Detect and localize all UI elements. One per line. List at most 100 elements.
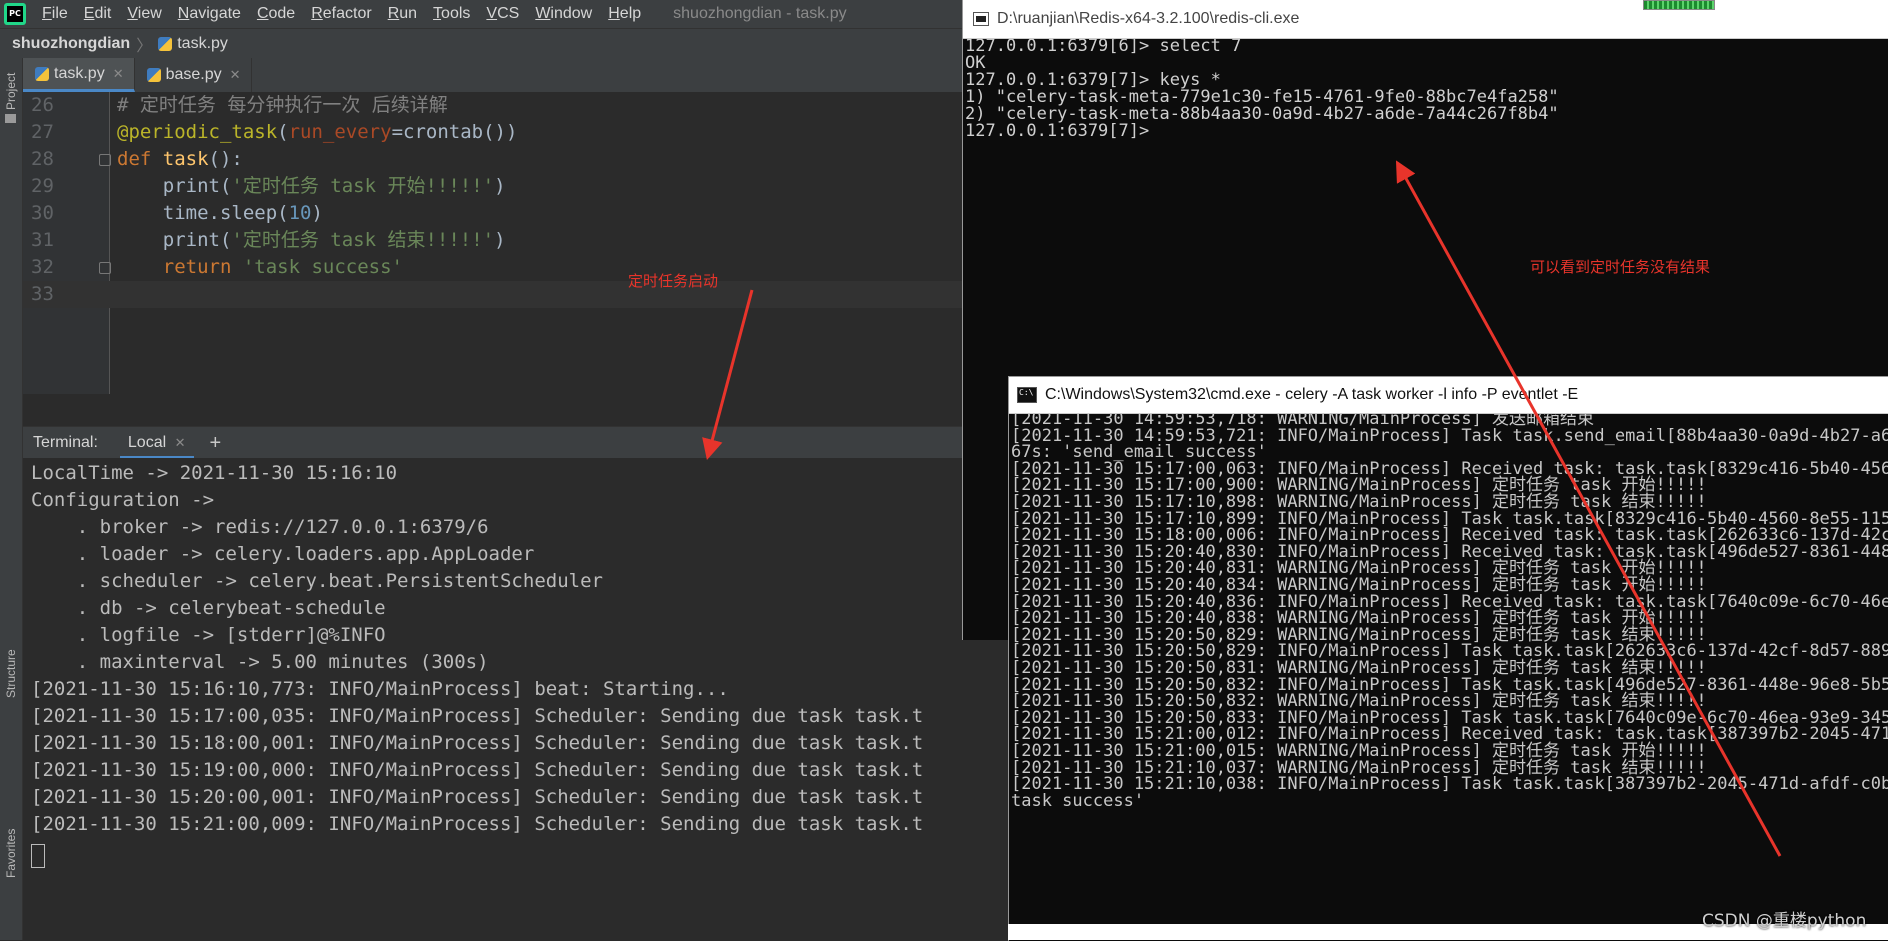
window-title: shuozhongdian - task.py bbox=[673, 5, 847, 22]
terminal-line: . loader -> celery.loaders.app.AppLoader bbox=[31, 543, 535, 565]
code-token: # 定时任务 每分钟执行一次 后续详解 bbox=[117, 94, 448, 116]
code-text: time.sleep(10) bbox=[117, 200, 323, 227]
redis-output-line: 127.0.0.1:6379[7]> bbox=[965, 121, 1150, 141]
terminal-label: Terminal: bbox=[33, 434, 98, 451]
code-line[interactable]: 31 print('定时任务 task 结束!!!!!') bbox=[23, 227, 962, 254]
add-terminal-icon[interactable]: + bbox=[210, 432, 222, 455]
code-line[interactable]: 27 @periodic_task(run_every=crontab()) bbox=[23, 119, 962, 146]
redis-output-line: 127.0.0.1:6379[6]> select 7 bbox=[965, 36, 1242, 56]
menu-navigate[interactable]: Navigate bbox=[178, 5, 241, 23]
python-file-icon bbox=[158, 37, 173, 51]
code-token: ( bbox=[277, 121, 289, 143]
terminal-line: [2021-11-30 15:16:10,773: INFO/MainProce… bbox=[31, 678, 729, 700]
menu-window[interactable]: Window bbox=[535, 5, 592, 23]
terminal-line: . db -> celerybeat-schedule bbox=[31, 597, 386, 619]
cmd-titlebar[interactable]: C:\Windows\System32\cmd.exe - celery -A … bbox=[1009, 377, 1888, 414]
close-icon[interactable]: ✕ bbox=[113, 66, 124, 82]
menu-file[interactable]: File bbox=[42, 5, 68, 23]
menu-view[interactable]: View bbox=[127, 5, 161, 23]
console-window-icon bbox=[973, 12, 989, 26]
structure-tool-tab[interactable]: Structure bbox=[4, 649, 18, 698]
pycharm-logo-icon bbox=[4, 3, 26, 25]
breadcrumb: shuozhongdian 〉 task.py bbox=[0, 28, 962, 60]
editor-tabs: task.py ✕ base.py ✕ bbox=[23, 58, 962, 93]
terminal-line: [2021-11-30 15:18:00,001: INFO/MainProce… bbox=[31, 732, 924, 754]
fold-marker-icon[interactable] bbox=[99, 154, 111, 166]
line-number: 31 bbox=[31, 229, 54, 251]
terminal-line: . broker -> redis://127.0.0.1:6379/6 bbox=[31, 516, 489, 538]
menu-bar: File Edit View Navigate Code Refactor Run Tools… bbox=[0, 0, 962, 28]
project-tool-tab[interactable]: Project bbox=[4, 73, 18, 110]
terminal-line: [2021-11-30 15:20:00,001: INFO/MainProce… bbox=[31, 786, 924, 808]
annotation-no-result: 可以看到定时任务没有结果 bbox=[1530, 258, 1711, 276]
tab-label: base.py bbox=[165, 66, 222, 83]
terminal-cursor bbox=[31, 844, 45, 868]
menu-edit[interactable]: Edit bbox=[84, 5, 112, 23]
code-line[interactable]: 33 bbox=[23, 281, 962, 308]
breadcrumb-file[interactable]: task.py bbox=[177, 35, 228, 53]
close-icon[interactable]: ✕ bbox=[175, 435, 186, 450]
terminal-line: . maxinterval -> 5.00 minutes (300s) bbox=[31, 651, 489, 673]
line-number: 30 bbox=[31, 202, 54, 224]
tab-task-py[interactable]: task.py ✕ bbox=[23, 58, 135, 92]
menu-tools[interactable]: Tools bbox=[433, 5, 470, 23]
cmd-icon bbox=[1017, 387, 1037, 403]
line-number: 33 bbox=[31, 283, 54, 305]
tab-label: task.py bbox=[54, 64, 105, 82]
code-token: ) bbox=[311, 202, 323, 224]
line-number: 32 bbox=[31, 256, 54, 278]
python-file-icon bbox=[35, 66, 49, 81]
menu-help[interactable]: Help bbox=[608, 5, 641, 23]
menu-refactor[interactable]: Refactor bbox=[311, 5, 371, 23]
code-token: run_every bbox=[288, 121, 392, 143]
code-text: print('定时任务 task 开始!!!!!') bbox=[117, 173, 506, 200]
code-line[interactable]: 32 return 'task success' bbox=[23, 254, 962, 281]
line-number: 27 bbox=[31, 121, 54, 143]
favorites-tool-tab[interactable]: Favorites bbox=[4, 829, 18, 878]
cmd-celery-worker-window: C:\Windows\System32\cmd.exe - celery -A … bbox=[1008, 376, 1888, 941]
terminal-output[interactable]: LocalTime -> 2021-11-30 15:16:10 Configur… bbox=[23, 458, 962, 940]
terminal-line: . scheduler -> celery.beat.PersistentSch… bbox=[31, 570, 603, 592]
terminal-line: [2021-11-30 15:17:00,035: INFO/MainProce… bbox=[31, 705, 924, 727]
code-token: ) bbox=[494, 175, 506, 197]
menu-vcs[interactable]: VCS bbox=[486, 5, 519, 23]
terminal-line: [2021-11-30 15:21:00,009: INFO/MainProce… bbox=[31, 813, 924, 835]
code-text: def task(): bbox=[117, 146, 243, 173]
code-token: print( bbox=[117, 229, 232, 251]
code-line[interactable]: 28 def task(): bbox=[23, 146, 962, 173]
code-token: (): bbox=[208, 148, 243, 170]
worker-log-line: task success' bbox=[1011, 790, 1145, 811]
chevron-right-icon: 〉 bbox=[136, 38, 153, 55]
code-editor[interactable]: 26 # 定时任务 每分钟执行一次 后续详解 27 @periodic_task(ru… bbox=[23, 92, 962, 394]
line-number: 29 bbox=[31, 175, 54, 197]
code-token: task bbox=[162, 148, 209, 170]
terminal-tab-local[interactable]: Local ✕ bbox=[119, 427, 194, 459]
terminal-line: [2021-11-30 15:19:00,000: INFO/MainProce… bbox=[31, 759, 924, 781]
redis-titlebar[interactable]: D:\ruanjian\Redis-x64-3.2.100\redis-cli.… bbox=[963, 0, 1888, 39]
close-icon[interactable]: ✕ bbox=[230, 67, 241, 83]
folder-icon bbox=[5, 114, 16, 123]
code-line[interactable]: 29 print('定时任务 task 开始!!!!!') bbox=[23, 173, 962, 200]
cmd-window-title: C:\Windows\System32\cmd.exe - celery -A … bbox=[1045, 386, 1579, 403]
code-line[interactable]: 26 # 定时任务 每分钟执行一次 后续详解 bbox=[23, 92, 962, 119]
code-line[interactable]: 30 time.sleep(10) bbox=[23, 200, 962, 227]
line-number: 26 bbox=[31, 94, 54, 116]
code-text: print('定时任务 task 结束!!!!!') bbox=[117, 227, 506, 254]
menu-code[interactable]: Code bbox=[257, 5, 295, 23]
left-tool-strip: Project Structure Favorites bbox=[0, 58, 23, 940]
code-token: 10 bbox=[288, 202, 312, 224]
menu-items: File Edit View Navigate Code Refactor Run Tools… bbox=[34, 5, 649, 23]
python-file-icon bbox=[146, 68, 161, 82]
celery-worker-log[interactable]: [2021-11-30 14:59:53,718: WARNING/MainPr… bbox=[1009, 413, 1888, 941]
breadcrumb-project[interactable]: shuozhongdian bbox=[12, 35, 130, 53]
terminal-line: LocalTime -> 2021-11-30 15:16:10 bbox=[31, 462, 398, 484]
code-token: ) bbox=[494, 229, 506, 251]
fold-marker-icon[interactable] bbox=[99, 262, 111, 274]
code-token: time.sleep( bbox=[117, 202, 289, 224]
tab-base-py[interactable]: base.py ✕ bbox=[135, 58, 252, 92]
code-text: return 'task success' bbox=[117, 254, 403, 281]
terminal-line: . logfile -> [stderr]@%INFO bbox=[31, 624, 386, 646]
menu-run[interactable]: Run bbox=[388, 5, 417, 23]
annotation-task-start: 定时任务启动 bbox=[628, 272, 719, 290]
pycharm-ide: File Edit View Navigate Code Refactor Run Tools… bbox=[0, 0, 962, 940]
